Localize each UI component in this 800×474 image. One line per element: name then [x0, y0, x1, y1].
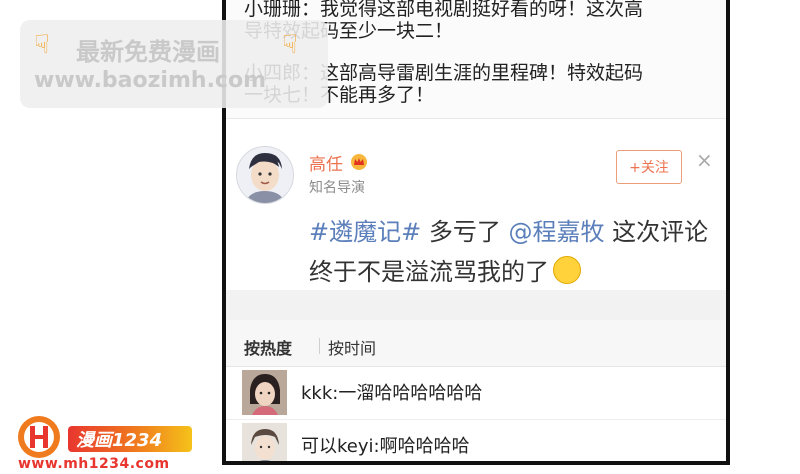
post-text: 终于不是溢流骂我的了: [309, 258, 549, 286]
section-divider: [226, 290, 726, 320]
watermark-title: 最新免费漫画: [76, 38, 220, 66]
commenter-avatar[interactable]: [242, 423, 287, 461]
hashtag-link[interactable]: #遴魔记#: [309, 218, 421, 246]
sort-divider: [319, 338, 320, 354]
commenter-avatar[interactable]: [242, 370, 287, 415]
site-logo-icon: [18, 416, 60, 458]
sort-by-time-tab[interactable]: 按时间: [328, 335, 376, 359]
sort-by-heat-tab[interactable]: 按热度: [244, 335, 292, 359]
post-content-line-1: #遴魔记# 多亏了 @程嘉牧 这次评论: [309, 212, 708, 247]
comment-item: 可以keyi:啊哈哈哈哈: [226, 420, 726, 461]
post-text: 多亏了: [421, 218, 509, 246]
site-logo-banner: 漫画1234: [68, 426, 192, 452]
laughing-emoji-icon: [553, 256, 581, 284]
post-content-line-2: 终于不是溢流骂我的了: [309, 252, 581, 287]
weibo-post: 高任 知名导演 +关注 × #遴魔记# 多亏了 @程嘉牧 这次评论 终于不是溢流…: [226, 126, 726, 290]
follow-button[interactable]: +关注: [616, 150, 682, 184]
mention-link[interactable]: @程嘉牧: [508, 218, 604, 246]
pointing-hand-icon: ☟: [282, 30, 298, 60]
comment-sort-bar: 按热度 按时间: [226, 320, 726, 367]
watermark: ☟ 最新免费漫画 ☟ www.baozimh.com: [20, 20, 328, 108]
comment-text: kkk:一溜哈哈哈哈哈哈: [301, 383, 483, 404]
post-text: 这次评论: [604, 218, 709, 246]
commenter-avatar-illustration: [242, 423, 287, 461]
pointing-hand-icon: ☟: [34, 30, 50, 60]
author-avatar[interactable]: [236, 146, 294, 204]
author-name[interactable]: 高任: [309, 150, 343, 175]
comment-text: 可以keyi:啊哈哈哈哈: [301, 436, 470, 457]
author-description: 知名导演: [309, 180, 365, 196]
site-logo[interactable]: 漫画1234 www.mh1234.com: [12, 412, 212, 472]
avatar-illustration: [237, 147, 293, 203]
comment-item: kkk:一溜哈哈哈哈哈哈: [226, 367, 726, 420]
commenter-avatar-photo: [242, 370, 287, 415]
close-icon[interactable]: ×: [696, 148, 713, 172]
site-logo-url: www.mh1234.com: [18, 456, 170, 472]
verified-crown-icon: [351, 154, 367, 170]
watermark-url: www.baozimh.com: [34, 68, 266, 93]
